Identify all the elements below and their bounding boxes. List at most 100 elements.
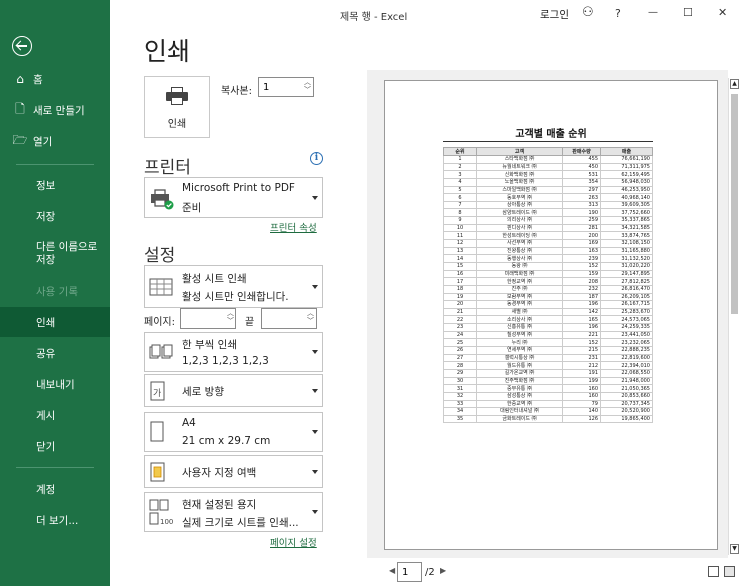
- total-pages: /2: [425, 567, 435, 578]
- next-page-button[interactable]: ▶: [440, 566, 446, 575]
- nav-history-label: 사용 기록: [36, 285, 78, 298]
- nav-print[interactable]: 인쇄: [0, 307, 110, 337]
- info-icon[interactable]: i: [310, 152, 323, 165]
- table-cell: 263: [562, 193, 601, 202]
- table-cell: 21: [443, 307, 477, 317]
- maximize-button[interactable]: ☐: [683, 6, 693, 19]
- table-row: 18 진주 ㈜ 232 26,816,470: [443, 284, 653, 294]
- scaling-dropdown[interactable]: 100 현재 설정된 용지 실제 크기로 시트를 인쇄...: [144, 492, 323, 532]
- table-row: 27 갤럭시통상 ㈜ 231 22,819,600: [443, 353, 653, 363]
- scroll-up-icon[interactable]: ▲: [730, 79, 739, 89]
- print-button[interactable]: 인쇄: [144, 76, 210, 138]
- spin-up-icon[interactable]: ︿: [307, 310, 314, 317]
- orientation-dropdown[interactable]: 가 세로 방향: [144, 374, 323, 407]
- table-cell: 25,283,670: [600, 307, 653, 317]
- nav-publish[interactable]: 게시: [0, 400, 110, 430]
- table-row: 31 중부유통 ㈜ 160 21,050,365: [443, 384, 653, 393]
- nav-close-label: 닫기: [36, 440, 56, 453]
- margins-value: 사용자 지정 여백: [182, 467, 257, 479]
- table-cell: 12: [443, 239, 477, 248]
- nav-open[interactable]: 🗁 열기: [0, 126, 110, 156]
- table-cell: 26,816,470: [600, 284, 653, 294]
- table-cell: 35: [443, 414, 477, 424]
- current-page-input[interactable]: [397, 562, 422, 582]
- close-button[interactable]: ✕: [718, 6, 727, 19]
- sheet-title: 고객별 매출 순위: [515, 129, 587, 140]
- table-cell: 196: [562, 323, 601, 332]
- table-cell: 22: [443, 315, 477, 325]
- table-cell: 칠성무역 ㈜: [476, 330, 563, 340]
- scrollbar-thumb[interactable]: [731, 94, 738, 314]
- coauthor-icon[interactable]: ⚇: [582, 5, 594, 20]
- table-cell: 31,165,880: [600, 246, 653, 256]
- table-cell: 26,209,105: [600, 292, 653, 302]
- nav-home[interactable]: ⌂ 홈: [0, 64, 110, 94]
- table-cell: 34,321,585: [600, 223, 653, 233]
- table-cell: 31: [443, 384, 477, 393]
- table-cell: 금화트레이드 ㈜: [476, 414, 563, 424]
- table-header: 판매수량: [562, 147, 601, 156]
- printer-properties-link[interactable]: 프린터 속성: [270, 220, 317, 234]
- nav-save[interactable]: 저장: [0, 201, 110, 231]
- table-cell: 32,108,150: [600, 239, 653, 248]
- page-setup-link[interactable]: 페이지 설정: [270, 535, 317, 549]
- table-cell: 보람무역 ㈜: [476, 292, 563, 302]
- nav-export[interactable]: 내보내기: [0, 369, 110, 399]
- table-cell: 455: [562, 155, 601, 164]
- table-cell: 20: [443, 300, 477, 309]
- nav-info[interactable]: 정보: [0, 170, 110, 200]
- table-row: 29 길가온교역 ㈜ 191 22,068,550: [443, 368, 653, 378]
- nav-close[interactable]: 닫기: [0, 431, 110, 461]
- table-row: 5 스마일백화점 ㈜ 297 46,253,950: [443, 185, 653, 195]
- collate-dropdown[interactable]: 한 부씩 인쇄 1,2,3 1,2,3 1,2,3: [144, 332, 323, 372]
- table-header: 고객: [476, 147, 563, 156]
- nav-more-label: 더 보기...: [36, 514, 79, 527]
- table-cell: 20,737,345: [600, 399, 653, 409]
- table-cell: 208: [562, 277, 601, 286]
- nav-new[interactable]: 🗋 새로 만들기: [0, 95, 110, 125]
- margins-dropdown[interactable]: 사용자 지정 여백: [144, 455, 323, 488]
- spin-down-icon[interactable]: ﹀: [307, 318, 314, 325]
- show-margins-button[interactable]: [708, 566, 719, 577]
- preview-scrollbar[interactable]: ▲ ▼: [728, 78, 739, 555]
- collate-desc: 1,2,3 1,2,3 1,2,3: [182, 355, 269, 367]
- home-icon: ⌂: [16, 72, 24, 86]
- nav-separator: [16, 467, 94, 468]
- table-row: 9 의리상사 ㈜ 259 35,337,865: [443, 216, 653, 225]
- table-cell: 142: [562, 307, 601, 317]
- zoom-to-page-button[interactable]: [724, 566, 735, 577]
- spin-down-icon[interactable]: ﹀: [227, 318, 234, 325]
- backstage-nav: ⌂ 홈 🗋 새로 만들기 🗁 열기 정보 저장 다른 이름으로 저장 사용 기록…: [0, 0, 110, 586]
- spin-down-icon[interactable]: ﹀: [304, 87, 311, 94]
- table-row: 25 누리 ㈜ 152 23,232,065: [443, 338, 653, 347]
- print-scope-desc: 활성 시트만 인쇄합니다.: [182, 291, 289, 303]
- minimize-button[interactable]: —: [648, 7, 658, 18]
- table-cell: 대림인터내셔널 ㈜: [476, 407, 563, 416]
- back-arrow-icon[interactable]: [12, 36, 32, 56]
- spin-up-icon[interactable]: ︿: [227, 310, 234, 317]
- nav-share[interactable]: 공유: [0, 338, 110, 368]
- title-bar: 제목 행 - Excel 로그인 ⚇ ? — ☐ ✕: [110, 0, 743, 28]
- printer-dropdown[interactable]: Microsoft Print to PDF 준비: [144, 177, 323, 218]
- prev-page-button[interactable]: ◀: [389, 566, 395, 575]
- table-cell: 22,819,600: [600, 353, 653, 363]
- table-row: 6 동호무역 ㈜ 263 40,968,140: [443, 193, 653, 202]
- scroll-down-icon[interactable]: ▼: [730, 544, 739, 554]
- help-button[interactable]: ?: [615, 7, 621, 20]
- paper-size-dropdown[interactable]: A4 21 cm x 29.7 cm: [144, 412, 323, 452]
- table-cell: 동호무역 ㈜: [476, 193, 563, 202]
- table-header: 순위: [443, 147, 477, 156]
- table-cell: 8: [443, 208, 477, 218]
- table-cell: 297: [562, 185, 601, 195]
- signin-link[interactable]: 로그인: [540, 7, 569, 22]
- nav-more[interactable]: 더 보기...: [0, 505, 110, 535]
- nav-account[interactable]: 계정: [0, 474, 110, 504]
- table-cell: 삼성통상 ㈜: [476, 391, 563, 401]
- print-scope-dropdown[interactable]: 활성 시트 인쇄 활성 시트만 인쇄합니다.: [144, 265, 323, 308]
- nav-new-label: 새로 만들기: [33, 104, 85, 117]
- chevron-down-icon: [312, 350, 318, 354]
- nav-save-as[interactable]: 다른 이름으로 저장: [0, 236, 110, 272]
- table-cell: 월드유통 ㈜: [476, 361, 563, 370]
- table-cell: 27,812,825: [600, 277, 653, 286]
- spin-up-icon[interactable]: ︿: [304, 79, 311, 86]
